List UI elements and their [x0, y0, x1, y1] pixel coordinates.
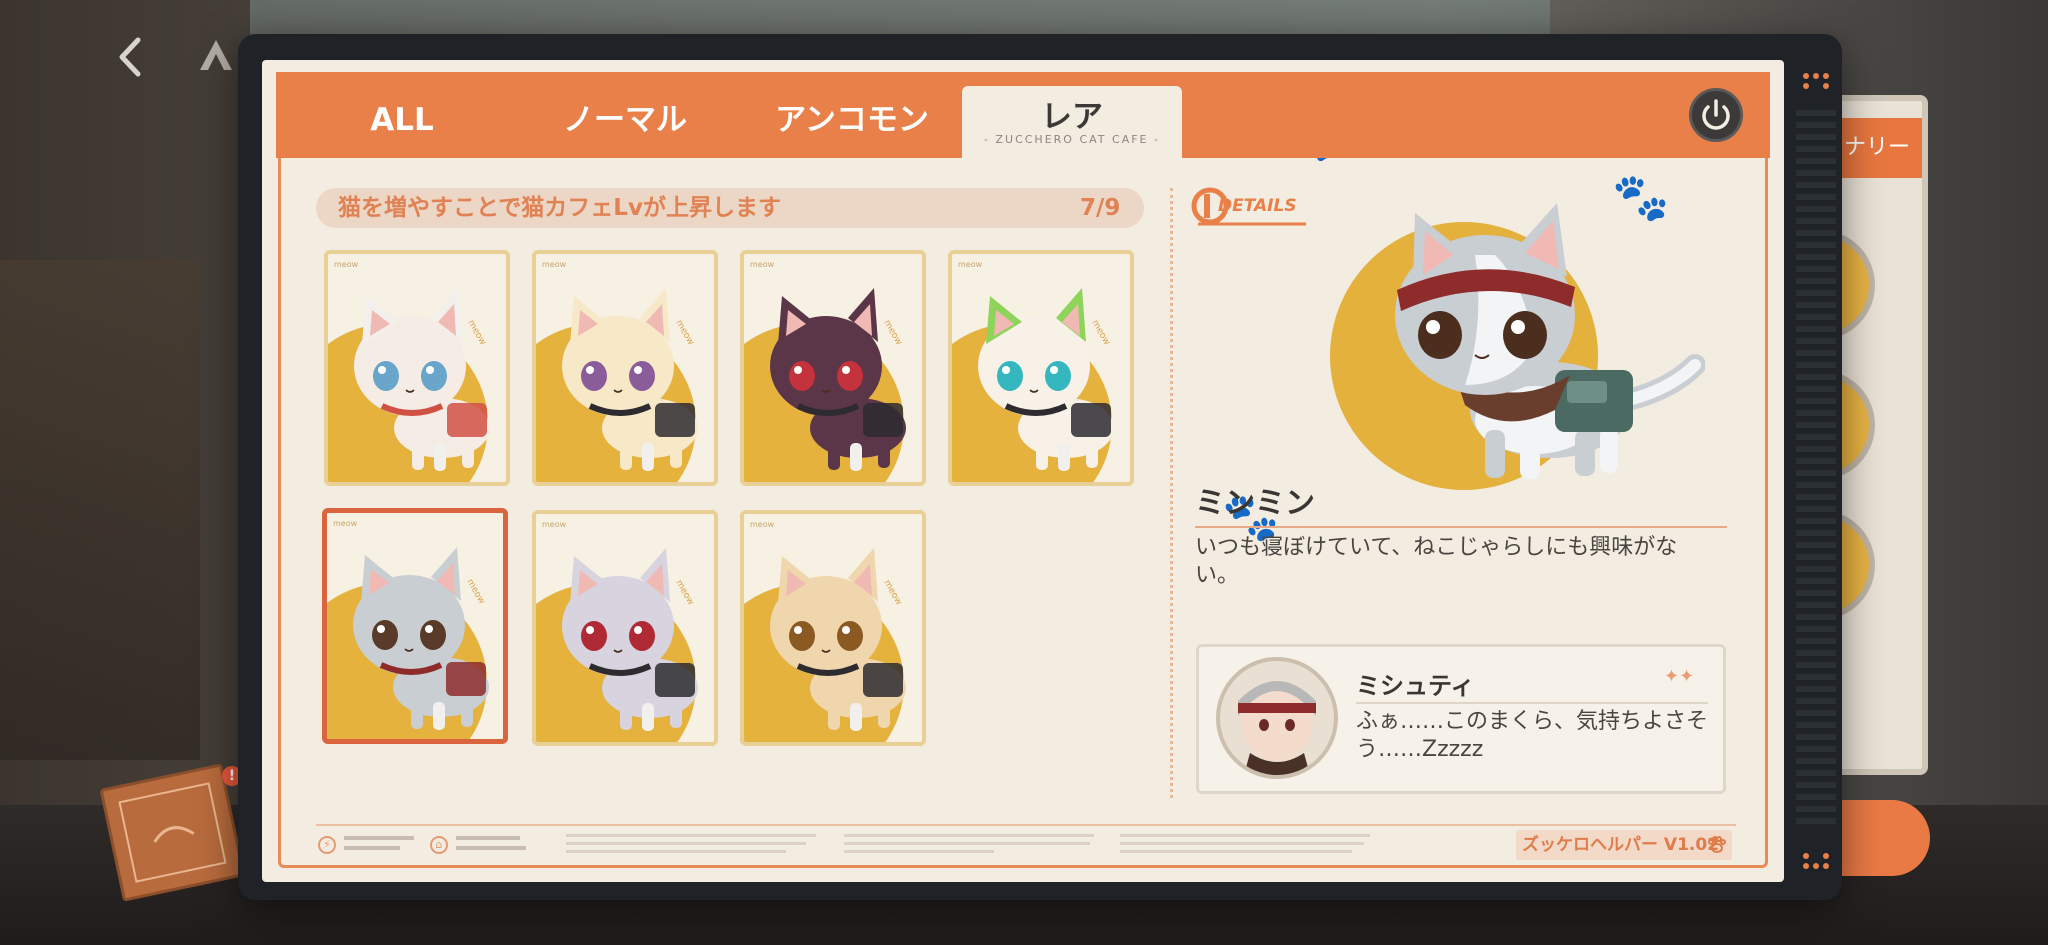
cat-card[interactable]: meow meow: [948, 250, 1134, 486]
cat-description: いつも寝ぼけていて、ねこじゃらしにも興味がない。: [1195, 535, 1678, 588]
side-panel-tab-label: ナリー: [1844, 135, 1911, 160]
version-label: ズッケロヘルパー V1.02: [1522, 835, 1720, 855]
cat-illustration: meow: [562, 548, 698, 731]
app-logo-icon: [196, 36, 236, 76]
cat-illustration: meow: [354, 288, 490, 471]
quote-speaker-name: ミシュティ: [1356, 672, 1475, 700]
collection-count: 7/9: [1080, 195, 1121, 221]
svg-text:meow: meow: [673, 319, 695, 348]
tab-rare-subtitle: - ZUCCHERO CAT CAFE -: [984, 133, 1160, 146]
cat-illustration: meow: [770, 288, 906, 471]
lightning-icon: ⚡: [318, 836, 336, 854]
close-button[interactable]: [1689, 88, 1743, 142]
cat-illustration: meow: [353, 547, 489, 730]
svg-text:meow: meow: [673, 579, 695, 608]
card-tag: meow: [334, 260, 359, 269]
tab-normal[interactable]: ノーマル: [530, 88, 720, 152]
details-logo-text: DETAILS: [1218, 196, 1297, 216]
svg-text:meow: meow: [881, 579, 903, 608]
card-tag: meow: [542, 520, 567, 529]
footer-divider: [316, 824, 1736, 826]
sparkle-icon: ✦✦: [1664, 666, 1695, 687]
guide-book-button[interactable]: [99, 763, 246, 902]
details-logo: DETAILS: [1191, 187, 1306, 226]
footer-decor-text: [456, 834, 546, 859]
frame-rail-decoration: [1796, 110, 1836, 830]
paw-icon: [1708, 836, 1726, 853]
cat-illustration: meow: [562, 288, 698, 471]
frame-dots-icon: [1803, 73, 1829, 89]
tab-all[interactable]: ALL: [324, 88, 480, 152]
svg-text:meow: meow: [464, 578, 486, 607]
cat-card[interactable]: meow meow: [322, 508, 508, 744]
back-chevron-icon: [119, 37, 141, 77]
footer-fine-print: [566, 832, 816, 862]
background-shelf: [0, 260, 200, 760]
card-tag: meow: [542, 260, 567, 269]
svg-text:meow: meow: [465, 319, 487, 348]
cat-illustration: meow: [978, 288, 1114, 471]
cat-card[interactable]: meow meow: [532, 510, 718, 746]
cat-card[interactable]: meow meow: [740, 510, 926, 746]
info-text: 猫を増やすことで猫カフェLvが上昇します: [338, 195, 781, 221]
home-icon: ⌂: [430, 836, 448, 854]
card-tag: meow: [958, 260, 983, 269]
footer-fine-print: [844, 832, 1094, 862]
quote-divider: [1356, 702, 1708, 704]
card-tag: meow: [750, 260, 775, 269]
section-divider: [1170, 188, 1173, 798]
quote-text: ふぁ……このまくら、気持ちよさそう……Zzzzz: [1356, 709, 1709, 762]
footer-decor-text: [344, 834, 434, 859]
tab-uncommon[interactable]: アンコモン: [752, 88, 952, 152]
speaker-avatar: [1216, 657, 1338, 779]
tab-rare[interactable]: レア: [962, 86, 1182, 160]
cat-card[interactable]: meow meow: [740, 250, 926, 486]
footer-fine-print: [1120, 832, 1370, 862]
frame-dots-icon: [1803, 853, 1829, 869]
cat-name: ミンミン: [1195, 486, 1315, 521]
svg-text:meow: meow: [881, 319, 903, 348]
name-underline: [1195, 526, 1727, 528]
cat-card[interactable]: meow meow: [532, 250, 718, 486]
side-panel-tab[interactable]: ナリー: [1830, 118, 1922, 178]
cat-illustration: meow: [770, 548, 906, 731]
power-icon: [1702, 99, 1730, 130]
cat-card[interactable]: meow meow: [324, 250, 510, 486]
back-button[interactable]: [108, 30, 152, 84]
card-tag: meow: [750, 520, 775, 529]
svg-text:meow: meow: [1089, 319, 1111, 348]
featured-cat-illustration: [1395, 203, 1705, 479]
card-tag: meow: [333, 519, 358, 528]
